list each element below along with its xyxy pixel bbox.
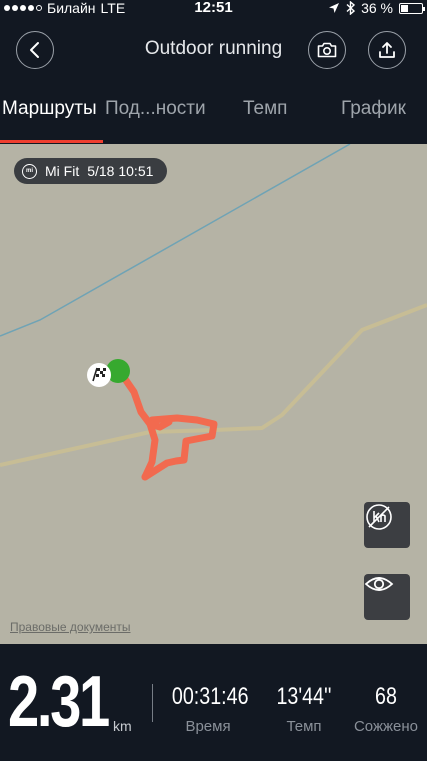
duration-label: Время (185, 718, 231, 735)
tab-chart[interactable]: График (341, 98, 406, 120)
workout-timestamp: 5/18 10:51 (87, 163, 154, 179)
mi-logo-icon: mi (22, 163, 37, 179)
route-map[interactable]: mi Mi Fit 5/18 10:51 Правовые документы (0, 144, 427, 644)
road-line (0, 303, 427, 467)
source-name: Mi Fit (45, 163, 80, 179)
camera-icon (317, 42, 337, 58)
calories-value: 68 (375, 683, 397, 710)
running-route (119, 372, 218, 481)
eye-icon (364, 577, 394, 591)
duration-value: 00:31:46 (171, 683, 249, 710)
pace-label: Темп (286, 718, 322, 735)
workout-stats: 2.31 km 00:31:46 Время 13'44'' Темп 68 С… (0, 644, 427, 761)
bluetooth-icon (346, 1, 356, 15)
duration-stat: 00:31:46 Время (164, 683, 252, 736)
source-badge: mi Mi Fit 5/18 10:51 (14, 158, 168, 184)
location-arrow-icon (329, 3, 340, 13)
calories-label: Сожжено (353, 718, 419, 735)
status-bar: Билайн LTE 12:51 36 % (0, 0, 427, 18)
distance-value: 2.31 (8, 662, 110, 742)
km-hidden-icon (366, 504, 392, 530)
legal-documents-link[interactable]: Правовые документы (10, 620, 131, 634)
battery-percent: 36 % (361, 0, 393, 16)
tab-bar: Маршруты Под...ности Темп График (0, 98, 427, 144)
camera-button[interactable] (308, 31, 346, 69)
battery-icon (399, 2, 425, 14)
distance-unit: km (113, 718, 132, 734)
tab-pace[interactable]: Темп (243, 98, 287, 120)
header: Outdoor running (0, 28, 427, 72)
tab-routes[interactable]: Маршруты (2, 98, 97, 120)
calories-stat: 68 Сожжено (348, 683, 424, 736)
stats-divider (152, 684, 153, 722)
km-markers-toggle-button[interactable] (364, 502, 410, 548)
map-canvas (0, 144, 427, 481)
pace-stat: 13'44'' Темп (266, 683, 342, 736)
tab-details[interactable]: Под...ности (105, 98, 206, 120)
pace-value: 13'44'' (276, 683, 332, 710)
share-button[interactable] (368, 31, 406, 69)
map-visibility-button[interactable] (364, 574, 410, 620)
share-icon (379, 42, 395, 58)
active-tab-indicator (0, 140, 103, 143)
page-title: Outdoor running (144, 38, 283, 59)
